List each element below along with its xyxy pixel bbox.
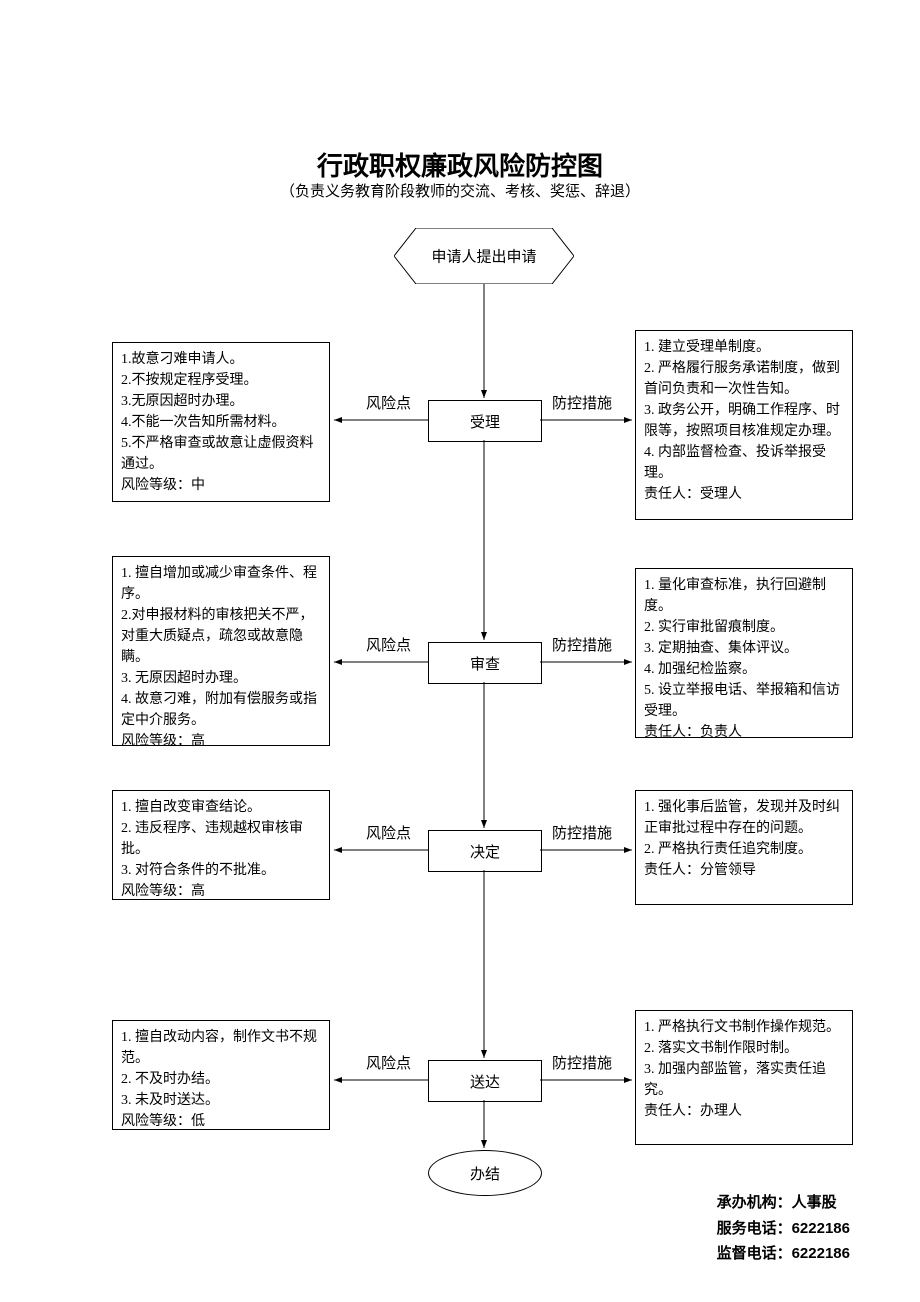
measure-decide: 1. 强化事后监管，发现并及时纠正审批过程中存在的问题。 2. 严格执行责任追究… bbox=[635, 790, 853, 905]
risk-label-3: 风险点 bbox=[366, 822, 411, 843]
risk-label-2: 风险点 bbox=[366, 634, 411, 655]
measure-label-1: 防控措施 bbox=[552, 392, 612, 413]
step-review-label: 审查 bbox=[470, 653, 500, 674]
end-label: 办结 bbox=[470, 1163, 500, 1184]
page-title: 行政职权廉政风险防控图 bbox=[0, 146, 920, 183]
measure-label-4: 防控措施 bbox=[552, 1052, 612, 1073]
step-accept: 受理 bbox=[428, 400, 542, 442]
footer-service: 服务电话：6222186 bbox=[717, 1216, 850, 1242]
step-decide-label: 决定 bbox=[470, 841, 500, 862]
measure-accept: 1. 建立受理单制度。 2. 严格履行服务承诺制度，做到首问负责和一次性告知。 … bbox=[635, 330, 853, 520]
footer-info: 承办机构：人事股 服务电话：6222186 监督电话：6222186 bbox=[717, 1190, 850, 1267]
step-accept-label: 受理 bbox=[470, 411, 500, 432]
risk-deliver: 1. 擅自改动内容，制作文书不规范。 2. 不及时办结。 3. 未及时送达。 风… bbox=[112, 1020, 330, 1130]
footer-org: 承办机构：人事股 bbox=[717, 1190, 850, 1216]
step-deliver-label: 送达 bbox=[470, 1071, 500, 1092]
page-subtitle: （负责义务教育阶段教师的交流、考核、奖惩、辞退） bbox=[0, 180, 920, 201]
step-decide: 决定 bbox=[428, 830, 542, 872]
step-review: 审查 bbox=[428, 642, 542, 684]
end-node: 办结 bbox=[428, 1150, 542, 1196]
risk-label-4: 风险点 bbox=[366, 1052, 411, 1073]
risk-accept: 1.故意刁难申请人。 2.不按规定程序受理。 3.无原因超时办理。 4.不能一次… bbox=[112, 342, 330, 502]
measure-label-3: 防控措施 bbox=[552, 822, 612, 843]
risk-review: 1. 擅自增加或减少审查条件、程序。 2.对申报材料的审核把关不严，对重大质疑点… bbox=[112, 556, 330, 746]
measure-label-2: 防控措施 bbox=[552, 634, 612, 655]
start-node: 申请人提出申请 bbox=[394, 228, 574, 284]
start-label: 申请人提出申请 bbox=[394, 246, 574, 267]
footer-supervise: 监督电话：6222186 bbox=[717, 1241, 850, 1267]
risk-decide: 1. 擅自改变审查结论。 2. 违反程序、违规越权审核审批。 3. 对符合条件的… bbox=[112, 790, 330, 900]
measure-deliver: 1. 严格执行文书制作操作规范。 2. 落实文书制作限时制。 3. 加强内部监管… bbox=[635, 1010, 853, 1145]
step-deliver: 送达 bbox=[428, 1060, 542, 1102]
measure-review: 1. 量化审查标准，执行回避制度。 2. 实行审批留痕制度。 3. 定期抽查、集… bbox=[635, 568, 853, 738]
risk-label-1: 风险点 bbox=[366, 392, 411, 413]
